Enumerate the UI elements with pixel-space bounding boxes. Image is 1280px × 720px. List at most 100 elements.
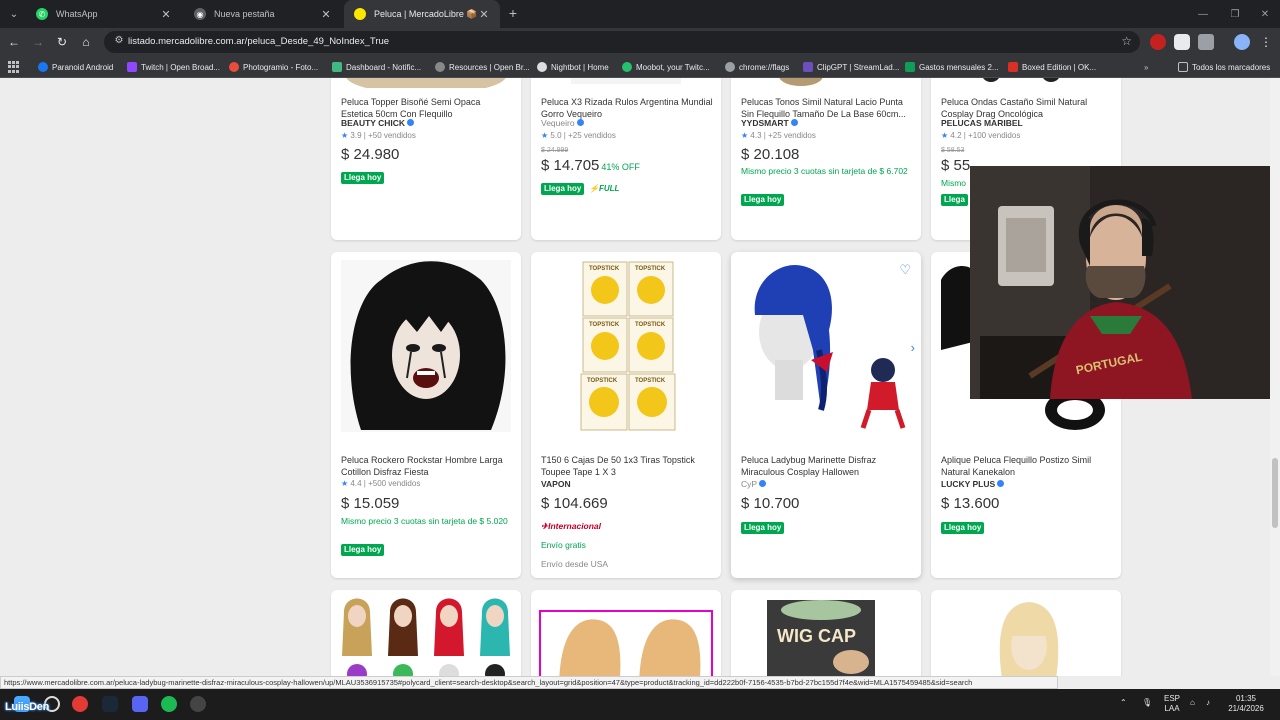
maximize-button[interactable]: ❐ (1218, 0, 1252, 28)
product-image (571, 78, 681, 84)
lightning-icon: ⚡ (589, 184, 599, 193)
product-price: $ 15.059 (341, 495, 400, 512)
home-button[interactable]: ⌂ (76, 32, 96, 52)
back-button[interactable]: ← (4, 32, 24, 52)
bookmark-item[interactable]: Dashboard - Notific... (332, 60, 421, 74)
product-card[interactable]: WIG CAP (731, 590, 921, 676)
volume-icon[interactable]: ♪ (1206, 698, 1210, 708)
dashboard-icon (332, 62, 342, 72)
extensions-puzzle-icon[interactable] (1198, 34, 1214, 50)
seller-label: YYDSMART (741, 118, 789, 128)
extension-icon[interactable] (1174, 34, 1190, 50)
product-title[interactable]: Peluca Ladybug Marinette Disfraz Miracul… (741, 454, 913, 478)
bookmark-item[interactable]: Paranoid Android (38, 60, 113, 74)
product-title[interactable]: Aplique Peluca Flequillo Postizo Simil N… (941, 454, 1113, 478)
product-image[interactable] (336, 594, 516, 676)
rating-value: 4.3 (750, 131, 762, 140)
apps-grid-icon[interactable] (8, 61, 20, 73)
box-label: TOPSTICK (635, 266, 666, 272)
product-title[interactable]: Peluca Ondas Castaño Simil Natural Cospl… (941, 96, 1113, 120)
discord-icon[interactable] (132, 696, 148, 712)
product-image[interactable] (941, 596, 1111, 676)
bookmark-item[interactable]: Nightbot | Home (537, 60, 609, 74)
product-title[interactable]: T150 6 Cajas De 50 1x3 Tiras Topstick To… (541, 454, 713, 478)
product-price: $ 24.980 (341, 146, 400, 163)
product-image[interactable]: TOPSTICK TOPSTICK TOPSTICK TOPSTICK TOPS… (541, 260, 711, 432)
network-icon[interactable]: ⌂ (1190, 698, 1195, 708)
obs-icon[interactable] (190, 696, 206, 712)
product-image (346, 78, 506, 88)
tab-search-button[interactable]: ⌄ (4, 4, 24, 24)
product-card[interactable]: TOPSTICK TOPSTICK TOPSTICK TOPSTICK TOPS… (531, 252, 721, 578)
tab-whatsapp[interactable]: ✆ WhatsApp ✕ (26, 0, 182, 28)
product-rating: ★ 5.0 | +25 vendidos (541, 131, 616, 140)
bookmarks-overflow-button[interactable]: » (1144, 60, 1148, 74)
close-window-button[interactable]: ✕ (1248, 0, 1280, 28)
product-image[interactable] (741, 260, 911, 432)
sold-count: | +50 vendidos (363, 131, 416, 140)
product-title[interactable]: Peluca Rockero Rockstar Hombre Larga Cot… (341, 454, 513, 478)
extension-icon[interactable] (1150, 34, 1166, 50)
language-indicator[interactable]: ESP LAA (1160, 694, 1184, 714)
verified-icon (997, 480, 1005, 487)
tab-new[interactable]: ◉ Nueva pestaña ✕ (184, 0, 342, 28)
bookmark-item[interactable]: Resources | Open Br... (435, 60, 530, 74)
favorite-heart-icon[interactable]: ♡ (899, 262, 911, 278)
wig-cap-label: WIG CAP (777, 626, 856, 646)
bookmark-item[interactable]: chrome://flags (725, 60, 789, 74)
profile-avatar[interactable] (1234, 34, 1250, 50)
site-info-icon[interactable]: ⚙ (112, 35, 126, 49)
product-title[interactable]: Peluca X3 Rizada Rulos Argentina Mundial… (541, 96, 713, 120)
product-card[interactable]: ♡ › Peluca Ladybug Marinette Disfraz Mir… (731, 252, 921, 578)
browser-toolbar: ← → ↻ ⌂ ⚙ listado.mercadolibre.com.ar/pe… (0, 28, 1280, 56)
address-bar[interactable]: ⚙ listado.mercadolibre.com.ar/peluca_Des… (104, 31, 1140, 53)
product-image[interactable] (341, 260, 511, 432)
rating-value: 5.0 (550, 131, 562, 140)
carousel-next-icon[interactable]: › (911, 340, 915, 355)
bookmark-item[interactable]: Twitch | Open Broad... (127, 60, 220, 74)
scrollbar-thumb[interactable] (1272, 458, 1278, 528)
product-card[interactable]: Peluca Topper Bisoñé Semi Opaca Estetica… (331, 78, 521, 240)
bookmark-item[interactable]: Gastos mensuales 2... (905, 60, 999, 74)
product-card[interactable] (331, 590, 521, 676)
link-status-url: https://www.mercadolibre.com.ar/peluca-l… (0, 676, 1058, 689)
product-image[interactable]: WIG CAP (741, 596, 911, 676)
product-title[interactable]: Pelucas Tonos Simil Natural Lacio Punta … (741, 96, 913, 120)
reload-button[interactable]: ↻ (52, 32, 72, 52)
forward-button[interactable]: → (28, 32, 48, 52)
bookmark-star-icon[interactable]: ☆ (1121, 34, 1132, 48)
close-icon[interactable]: ✕ (478, 8, 490, 21)
menu-kebab-icon[interactable]: ⋮ (1256, 32, 1276, 52)
page-scrollbar[interactable] (1270, 78, 1280, 676)
bookmark-item[interactable]: Photogramio - Foto... (229, 60, 318, 74)
product-card[interactable]: Pelucas Tonos Simil Natural Lacio Punta … (731, 78, 921, 240)
chrome-icon: ◉ (194, 8, 206, 20)
product-rating: ★ 4.3 | +25 vendidos (741, 131, 816, 140)
product-rating: ★ 4.4 | +500 vendidos (341, 479, 420, 488)
new-tab-button[interactable]: + (504, 4, 522, 22)
product-card[interactable] (531, 590, 721, 676)
close-icon[interactable]: ✕ (320, 8, 332, 21)
bookmark-item[interactable]: Moobot, your Twitc... (622, 60, 710, 74)
all-bookmarks-folder[interactable]: Todos los marcadores (1178, 60, 1270, 74)
product-rating: ★ 3.9 | +50 vendidos (341, 131, 416, 140)
product-image[interactable] (539, 610, 713, 676)
clock[interactable]: 01:35 21/4/2026 (1224, 694, 1268, 714)
verified-icon (407, 119, 415, 126)
chrome-icon[interactable] (72, 696, 88, 712)
microphone-icon[interactable]: 🎙 (1142, 698, 1152, 708)
bookmark-item[interactable]: Boxed Edition | OK... (1008, 60, 1096, 74)
tab-mercadolibre[interactable]: Peluca | MercadoLibre 📦 ✕ (344, 0, 500, 28)
minimize-button[interactable]: — (1186, 0, 1220, 28)
star-icon: ★ (541, 131, 549, 140)
product-card[interactable]: Peluca X3 Rizada Rulos Argentina Mundial… (531, 78, 721, 240)
close-icon[interactable]: ✕ (160, 8, 172, 21)
steam-icon[interactable] (102, 696, 118, 712)
product-card[interactable]: Peluca Rockero Rockstar Hombre Larga Cot… (331, 252, 521, 578)
spotify-icon[interactable] (161, 696, 177, 712)
tray-overflow-icon[interactable]: ⌃ (1120, 698, 1127, 708)
product-title[interactable]: Peluca Topper Bisoñé Semi Opaca Estetica… (341, 96, 513, 120)
product-card[interactable] (931, 590, 1121, 676)
bookmark-item[interactable]: ClipGPT | StreamLad... (803, 60, 899, 74)
price-value: $ 14.705 (541, 157, 600, 174)
